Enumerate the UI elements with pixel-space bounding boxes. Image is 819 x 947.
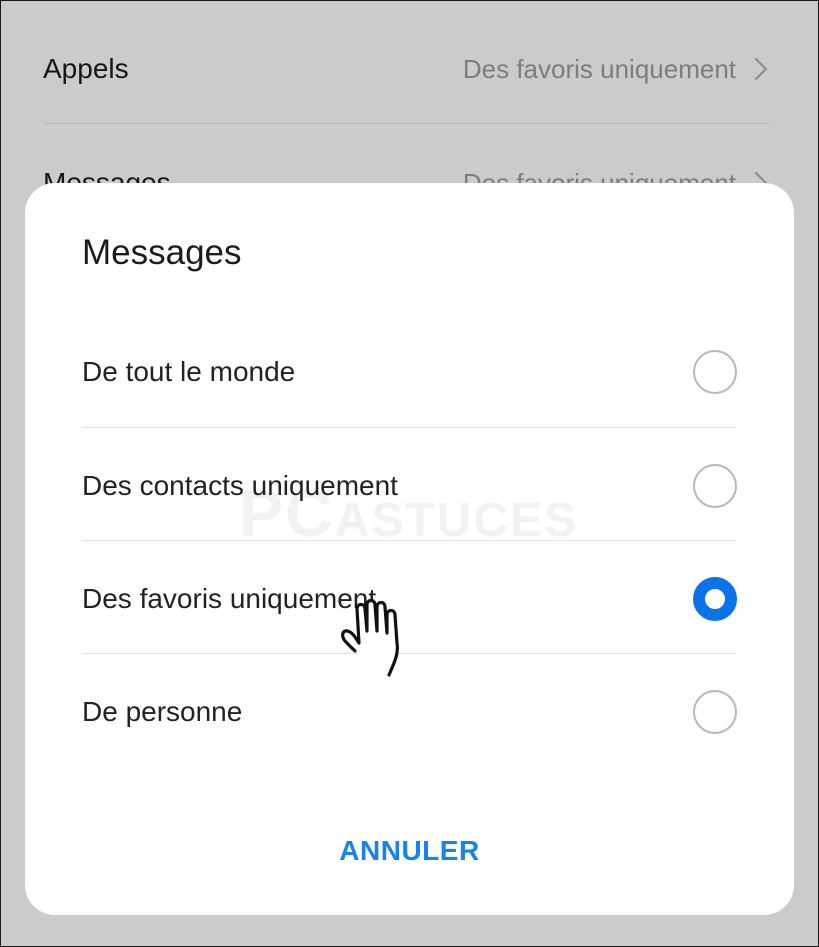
settings-row-label: Appels <box>43 53 129 84</box>
option-divider <box>82 540 737 541</box>
radio-button-icon[interactable] <box>693 689 737 734</box>
chevron-right-icon <box>744 57 768 81</box>
hand-pointer-icon <box>341 598 399 677</box>
radio-button-icon[interactable] <box>693 349 737 394</box>
option-contacts-only[interactable]: Des contacts uniquement <box>82 429 737 542</box>
option-divider <box>82 427 737 428</box>
settings-row-value: Des favoris uniquement <box>463 54 770 85</box>
dialog-title: Messages <box>82 233 242 272</box>
messages-dialog: Messages PCASTUCES De tout le monde Des … <box>25 183 794 915</box>
radio-button-icon[interactable] <box>693 463 737 508</box>
radio-button-checked-icon[interactable] <box>693 576 737 621</box>
option-label: De tout le monde <box>82 355 296 387</box>
option-label: De personne <box>82 695 243 727</box>
option-label: Des contacts uniquement <box>82 469 398 501</box>
cancel-button[interactable]: ANNULER <box>25 815 794 887</box>
settings-row-calls[interactable]: Appels Des favoris uniquement <box>43 9 770 129</box>
option-everyone[interactable]: De tout le monde <box>82 315 737 428</box>
settings-row-value-text: Des favoris uniquement <box>462 53 736 84</box>
option-label: Des favoris uniquement <box>82 582 377 614</box>
screen: Appels Des favoris uniquement Messages D… <box>0 0 819 947</box>
